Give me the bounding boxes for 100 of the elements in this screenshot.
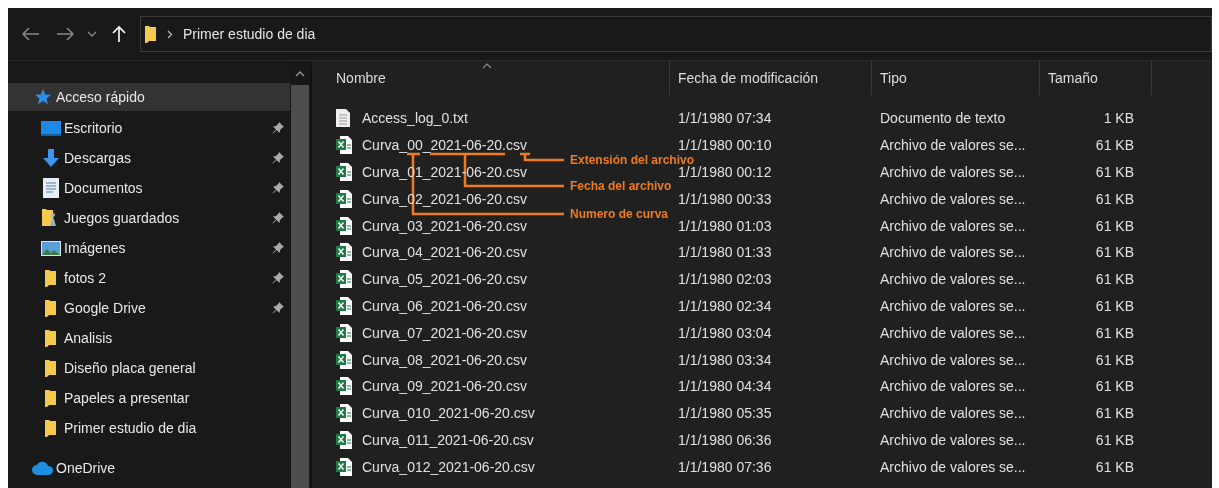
spreadsheet-file-icon <box>336 350 354 369</box>
scroll-up-icon[interactable] <box>295 71 305 77</box>
sidebar-item[interactable]: Papeles a presentar <box>8 383 290 413</box>
address-bar[interactable]: Primer estudio de dia <box>140 16 1212 52</box>
sidebar-item[interactable]: fotos 2 <box>8 263 290 293</box>
file-size: 61 KB <box>1095 271 1134 288</box>
modified-date: 1/1/1980 06:36 <box>678 431 772 448</box>
spreadsheet-file-icon <box>336 243 354 262</box>
file-size: 61 KB <box>1095 431 1134 448</box>
file-name: Curva_06_2021-06-20.csv <box>362 297 527 314</box>
spreadsheet-file-icon <box>336 404 354 423</box>
file-name: Curva_09_2021-06-20.csv <box>362 378 527 395</box>
file-size: 61 KB <box>1095 351 1134 368</box>
spreadsheet-file-icon <box>336 323 354 342</box>
file-type: Archivo de valores se... <box>880 405 1026 422</box>
file-type: Archivo de valores se... <box>880 458 1026 475</box>
breadcrumb-link[interactable]: Primer estudio de dia <box>183 26 316 42</box>
file-size: 61 KB <box>1095 405 1134 422</box>
modified-date: 1/1/1980 07:34 <box>678 110 772 127</box>
file-size: 61 KB <box>1095 244 1134 261</box>
pin-icon[interactable] <box>272 212 284 224</box>
desktop-icon <box>40 118 62 138</box>
file-size: 61 KB <box>1095 297 1134 314</box>
pin-icon[interactable] <box>272 182 284 194</box>
sidebar-item[interactable]: OneDrive <box>8 453 290 483</box>
file-type: Archivo de valores se... <box>880 190 1026 207</box>
sidebar-item[interactable]: Escritorio <box>8 113 290 143</box>
modified-date: 1/1/1980 00:12 <box>678 164 772 180</box>
file-size: 61 KB <box>1095 164 1134 180</box>
pin-icon[interactable] <box>272 122 284 134</box>
modified-date: 1/1/1980 00:33 <box>678 190 772 207</box>
modified-date: 1/1/1980 01:33 <box>678 244 772 261</box>
file-name: Curva_011_2021-06-20.csv <box>362 431 534 448</box>
file-type: Archivo de valores se... <box>880 244 1026 261</box>
file-type: Archivo de valores se... <box>880 297 1026 314</box>
file-name: Curva_08_2021-06-20.csv <box>362 351 527 368</box>
sidebar-item[interactable]: Primer estudio de dia <box>8 413 290 443</box>
annotation-label: Numero de curva <box>570 206 669 222</box>
column-header[interactable]: Tamaño <box>1040 61 1152 95</box>
annotation-label: Fecha del archivo <box>570 178 672 194</box>
spreadsheet-file-icon <box>336 216 354 235</box>
file-type: Archivo de valores se... <box>880 217 1026 234</box>
folder-icon <box>145 25 157 43</box>
sidebar-item[interactable]: Descargas <box>8 143 290 173</box>
file-name: Curva_03_2021-06-20.csv <box>362 217 527 234</box>
file-name: Curva_05_2021-06-20.csv <box>362 271 527 288</box>
file-name: Access_log_0.txt <box>362 110 468 127</box>
column-header[interactable]: Tipo <box>872 61 1040 95</box>
modified-date: 1/1/1980 02:03 <box>678 271 772 288</box>
modified-date: 1/1/1980 03:34 <box>678 351 772 368</box>
annotation-label: Extensión del archivo <box>570 152 695 167</box>
spreadsheet-file-icon <box>336 136 354 155</box>
sidebar-item[interactable]: Diseño placa general <box>8 353 290 383</box>
file-size: 61 KB <box>1095 190 1134 207</box>
modified-date: 1/1/1980 04:34 <box>678 378 772 395</box>
forward-arrow-icon <box>56 27 74 41</box>
file-type: Archivo de valores se... <box>880 378 1026 395</box>
chevron-icon <box>167 29 173 39</box>
sidebar-item[interactable]: Documentos <box>8 173 290 203</box>
file-name: Curva_00_2021-06-20.csv <box>362 137 527 154</box>
modified-date: 1/1/1980 00:10 <box>678 137 772 154</box>
spreadsheet-file-icon <box>336 189 354 208</box>
sidebar-item[interactable]: Imágenes <box>8 233 290 263</box>
spreadsheet-file-icon <box>336 270 354 289</box>
file-size: 61 KB <box>1095 378 1134 395</box>
pin-icon[interactable] <box>272 152 284 164</box>
scrollbar-thumb[interactable] <box>291 85 309 488</box>
modified-date: 1/1/1980 05:35 <box>678 405 772 422</box>
file-name: Curva_010_2021-06-20.csv <box>362 405 535 422</box>
sidebar-item[interactable]: Google Drive <box>8 293 290 323</box>
sidebar-item[interactable]: Analisis <box>8 323 290 353</box>
file-name: Curva_07_2021-06-20.csv <box>362 324 527 341</box>
spreadsheet-file-icon <box>336 163 354 181</box>
file-type: Archivo de valores se... <box>880 271 1026 288</box>
download-arrow-icon <box>40 148 62 168</box>
file-type: Archivo de valores se... <box>880 137 1026 154</box>
file-name: Curva_04_2021-06-20.csv <box>362 244 527 261</box>
back-arrow-icon <box>22 27 40 41</box>
file-type: Archivo de valores se... <box>880 351 1026 368</box>
sidebar-item[interactable]: Acceso rápido <box>8 83 290 111</box>
sidebar-item[interactable]: Juegos guardados <box>8 203 290 233</box>
pin-icon[interactable] <box>272 302 284 314</box>
modified-date: 1/1/1980 07:36 <box>678 458 772 475</box>
column-header[interactable]: Fecha de modificación <box>670 61 872 95</box>
file-size: 61 KB <box>1095 137 1134 154</box>
file-size: 61 KB <box>1095 217 1134 234</box>
pin-icon[interactable] <box>272 272 284 284</box>
document-icon <box>40 178 62 198</box>
pin-icon[interactable] <box>272 242 284 254</box>
landscape-icon <box>40 238 62 258</box>
file-type: Archivo de valores se... <box>880 324 1026 341</box>
chevron-down-icon <box>87 31 97 37</box>
modified-date: 1/1/1980 01:03 <box>678 217 772 234</box>
file-size: 1 KB <box>1103 110 1134 127</box>
file-type: Documento de texto <box>880 110 1006 127</box>
file-size: 61 KB <box>1095 324 1134 341</box>
spreadsheet-file-icon <box>336 457 354 476</box>
modified-date: 1/1/1980 03:04 <box>678 324 772 341</box>
up-arrow-icon <box>112 25 126 43</box>
column-header[interactable]: Nombre <box>312 61 670 95</box>
